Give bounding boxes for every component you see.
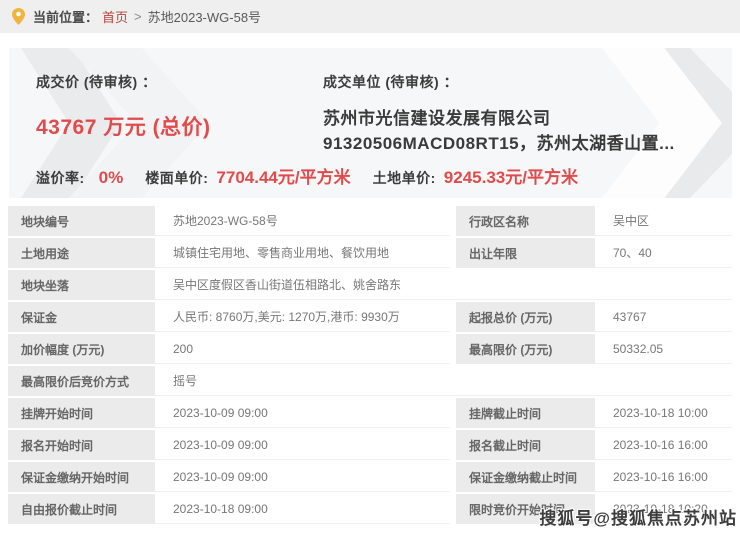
breadcrumb-separator: > — [134, 9, 142, 24]
row-label: 加价幅度 (万元) — [8, 334, 155, 364]
row-label: 地块编号 — [8, 206, 155, 236]
land-price-label: 土地单价: — [373, 168, 436, 188]
row-label: 出让年限 — [456, 238, 595, 268]
land-price-value: 9245.33元/平方米 — [444, 163, 578, 188]
breadcrumb-home-link[interactable]: 首页 — [102, 7, 128, 26]
row-value: 2023-10-16 16:00 — [595, 462, 732, 492]
row-label: 自由报价截止时间 — [8, 494, 155, 524]
premium-rate-value: 0% — [99, 168, 124, 188]
table-row-land-use: 土地用途 城镇住宅用地、零售商业用地、餐饮用地 出让年限 70、40 — [8, 238, 732, 268]
deal-unit-label: 成交单位 (待审核) ： — [323, 72, 732, 92]
table-row-registration-time: 报名开始时间 2023-10-09 09:00 报名截止时间 2023-10-1… — [8, 430, 732, 460]
row-label: 挂牌开始时间 — [8, 398, 155, 428]
deal-unit-detail: 91320506MACD08RT15，苏州太湖香山置... — [323, 131, 732, 156]
table-row-bid-increment: 加价幅度 (万元) 200 最高限价 (万元) 50332.05 — [8, 334, 732, 364]
row-value: 苏地2023-WG-58号 — [155, 206, 450, 236]
table-row-parcel-number: 地块编号 苏地2023-WG-58号 行政区名称 吴中区 — [8, 206, 732, 236]
row-label: 限时竞价开始时间 — [456, 494, 595, 524]
row-value: 200 — [155, 334, 450, 364]
row-value: 城镇住宅用地、零售商业用地、餐饮用地 — [155, 238, 450, 268]
row-value: 人民币: 8760万,美元: 1270万,港币: 9930万 — [155, 302, 450, 332]
deal-price-value: 43767 万元 (总价) — [36, 111, 323, 141]
row-label: 起报总价 (万元) — [456, 302, 595, 332]
row-value: 2023-10-09 09:00 — [155, 462, 450, 492]
row-value: 2023-10-09 09:00 — [155, 398, 450, 428]
row-value: 50332.05 — [595, 334, 732, 364]
row-label: 行政区名称 — [456, 206, 595, 236]
deal-unit-name: 苏州市光信建设发展有限公司 — [323, 106, 732, 131]
row-label: 保证金缴纳开始时间 — [8, 462, 155, 492]
row-value: 43767 — [595, 302, 732, 332]
floor-price-label: 楼面单价: — [145, 168, 208, 188]
breadcrumb: 当前位置： 首页 > 苏地2023-WG-58号 — [0, 0, 740, 33]
table-row-deposit-payment-time: 保证金缴纳开始时间 2023-10-09 09:00 保证金缴纳截止时间 202… — [8, 462, 732, 492]
deal-price-label: 成交价 (待审核) ： — [36, 72, 323, 92]
row-value: 摇号 — [155, 366, 732, 396]
premium-rate-label: 溢价率: — [36, 168, 85, 188]
table-row-cap-method: 最高限价后竞价方式 摇号 — [8, 366, 732, 396]
table-row-free-bid-deadline: 自由报价截止时间 2023-10-18 09:00 限时竞价开始时间 2023-… — [8, 494, 732, 524]
deal-price-block: 成交价 (待审核) ： 43767 万元 (总价) — [36, 72, 323, 156]
row-value: 70、40 — [595, 238, 732, 268]
floor-price-value: 7704.44元/平方米 — [216, 163, 350, 188]
row-label: 保证金缴纳截止时间 — [456, 462, 595, 492]
row-value: 2023-10-18 09:00 — [155, 494, 450, 524]
row-label: 最高限价 (万元) — [456, 334, 595, 364]
row-value: 吴中区 — [595, 206, 732, 236]
location-pin-icon — [12, 8, 25, 25]
deal-summary-card: 成交价 (待审核) ： 43767 万元 (总价) 成交单位 (待审核) ： 苏… — [9, 48, 732, 198]
deal-unit-block: 成交单位 (待审核) ： 苏州市光信建设发展有限公司 91320506MACD0… — [323, 72, 732, 156]
row-value: 吴中区度假区香山街道伍相路北、姚舍路东 — [155, 270, 732, 300]
breadcrumb-current: 苏地2023-WG-58号 — [148, 7, 261, 26]
row-label: 报名截止时间 — [456, 430, 595, 460]
row-value: 2023-10-18 10:00 — [595, 398, 732, 428]
row-label: 保证金 — [8, 302, 155, 332]
breadcrumb-prefix: 当前位置： — [33, 7, 98, 26]
row-label: 报名开始时间 — [8, 430, 155, 460]
land-detail-table: 地块编号 苏地2023-WG-58号 行政区名称 吴中区 土地用途 城镇住宅用地… — [8, 206, 732, 526]
row-value: 2023-10-16 16:00 — [595, 430, 732, 460]
row-label: 最高限价后竞价方式 — [8, 366, 155, 396]
table-row-deposit: 保证金 人民币: 8760万,美元: 1270万,港币: 9930万 起报总价 … — [8, 302, 732, 332]
row-label: 土地用途 — [8, 238, 155, 268]
row-value: 2023-10-09 09:00 — [155, 430, 450, 460]
row-label: 挂牌截止时间 — [456, 398, 595, 428]
table-row-listing-time: 挂牌开始时间 2023-10-09 09:00 挂牌截止时间 2023-10-1… — [8, 398, 732, 428]
table-row-location: 地块坐落 吴中区度假区香山街道伍相路北、姚舍路东 — [8, 270, 732, 300]
price-stats-row: 溢价率: 0% 楼面单价: 7704.44元/平方米 土地单价: 9245.33… — [36, 163, 578, 188]
row-value: 2023-10-18 10:20 — [595, 494, 732, 524]
row-label: 地块坐落 — [8, 270, 155, 300]
